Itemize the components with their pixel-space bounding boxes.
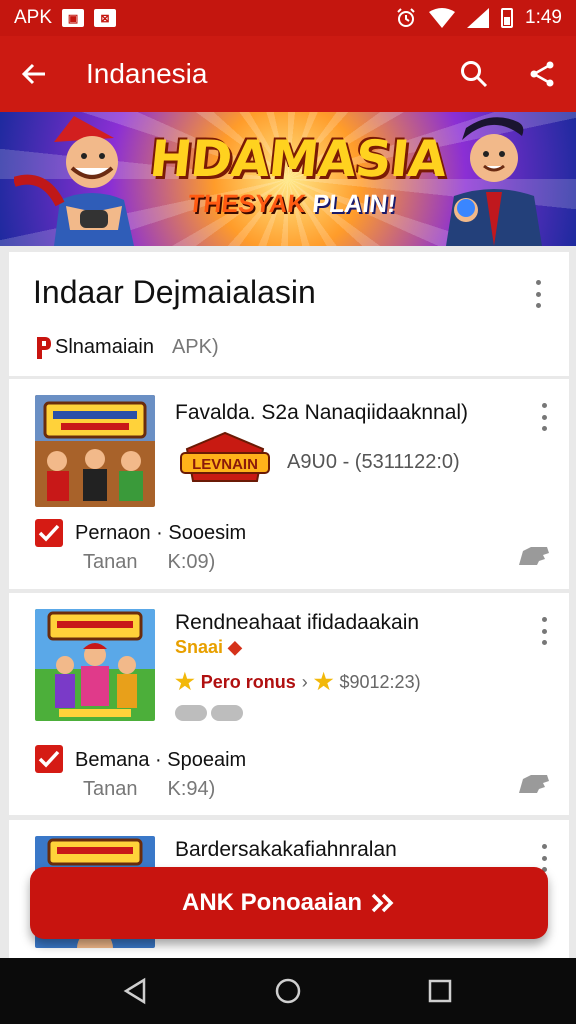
nav-back-icon[interactable] bbox=[122, 977, 150, 1005]
notification-icon: ▣ bbox=[62, 9, 85, 27]
nav-home-icon[interactable] bbox=[274, 977, 302, 1005]
hand-icon[interactable] bbox=[517, 545, 551, 567]
item-meta-value: K:94) bbox=[167, 778, 216, 800]
back-arrow-icon[interactable] bbox=[18, 58, 50, 90]
banner-character-left bbox=[14, 116, 134, 246]
item-meta-line: Pernaon · Sooesim bbox=[75, 522, 247, 544]
wifi-icon bbox=[429, 8, 456, 28]
item-more-options-icon[interactable] bbox=[539, 617, 549, 645]
signal-icon bbox=[467, 8, 490, 28]
item-stars-row: ★ Pero ronus › ★ $9012:23) bbox=[175, 669, 421, 695]
search-icon[interactable] bbox=[458, 58, 490, 90]
more-options-icon[interactable] bbox=[533, 280, 543, 308]
publisher-name[interactable]: Slnamaiain bbox=[55, 336, 154, 359]
app-title: Indaar Dejmaialasin bbox=[33, 274, 316, 310]
status-bar: APK ▣ ⊠ 1:49 bbox=[0, 0, 576, 36]
item-title[interactable]: Favalda. S2a Nanaqiidaaknnal) bbox=[175, 401, 468, 425]
alarm-icon bbox=[397, 8, 415, 27]
tag-pills bbox=[175, 705, 243, 721]
list-item[interactable]: Rendneahaat ifidadaakain Snaai ◆ ★ Pero … bbox=[9, 593, 569, 815]
promo-banner[interactable]: HDAMASIA THESYAK PLAIN! bbox=[0, 112, 576, 246]
publisher-row: Slnamaiain APK) bbox=[35, 336, 219, 359]
item-meta-value: K:09) bbox=[167, 551, 216, 573]
publisher-logo-icon bbox=[37, 336, 51, 359]
cta-label: ANK Ponoaaian bbox=[181, 889, 363, 916]
status-time: 1:49 bbox=[525, 7, 562, 28]
game-logo-text: LEVNAIN bbox=[192, 456, 258, 473]
item-stars-text: Pero ronus bbox=[200, 671, 296, 692]
notification-icon-2: ⊠ bbox=[94, 9, 117, 27]
tag-pill bbox=[211, 705, 243, 721]
game-thumbnail[interactable] bbox=[35, 395, 155, 507]
system-nav-bar bbox=[0, 958, 576, 1024]
banner-character-right bbox=[446, 117, 542, 246]
banner-subtitle-suffix: PLAIN! bbox=[310, 190, 398, 218]
list-item[interactable]: Favalda. S2a Nanaqiidaaknnal) LEVNAIN A9… bbox=[9, 379, 569, 589]
app-header-card: Indaar Dejmaialasin Slnamaiain APK) bbox=[9, 252, 569, 376]
item-title[interactable]: Rendneahaat ifidadaakain bbox=[175, 611, 419, 635]
chevron-right-icon: › bbox=[301, 671, 308, 692]
hand-icon[interactable] bbox=[517, 773, 551, 795]
item-small-badge: Snaai ◆ bbox=[175, 637, 242, 658]
star-icon: ★ bbox=[175, 669, 195, 694]
item-more-options-icon[interactable] bbox=[539, 403, 549, 431]
page-title: Indanesia bbox=[86, 58, 208, 89]
double-chevron-right-icon bbox=[371, 893, 394, 913]
item-rating-text: A9Ʋ0 - (5311122:0) bbox=[287, 451, 460, 473]
status-app-label: APK bbox=[14, 7, 53, 28]
banner-title: HDAMASIA bbox=[146, 130, 449, 188]
nav-recents-icon[interactable] bbox=[426, 977, 454, 1005]
tag-pill bbox=[175, 705, 207, 721]
banner-subtitle-prefix: THESYAK bbox=[186, 190, 307, 218]
checkbox-checked-icon[interactable] bbox=[35, 519, 63, 547]
battery-icon bbox=[501, 8, 514, 28]
item-small-badge-text: Snaai bbox=[175, 637, 224, 657]
item-meta-line: Bemana · Spoeaim bbox=[75, 749, 247, 771]
item-title[interactable]: Bardersakakafiahnralan bbox=[175, 838, 397, 862]
app-bar: Indanesia bbox=[0, 36, 576, 112]
apk-tag: APK) bbox=[171, 336, 219, 358]
game-logo-badge: LEVNAIN bbox=[180, 431, 270, 482]
item-meta-subline: Tanan K:09) bbox=[83, 551, 215, 574]
banner-subtitle: THESYAK PLAIN! bbox=[170, 190, 413, 219]
flame-icon: ◆ bbox=[228, 637, 242, 657]
item-meta-subline: Tanan K:94) bbox=[83, 778, 215, 801]
share-icon[interactable] bbox=[526, 58, 558, 90]
game-thumbnail[interactable] bbox=[35, 609, 155, 721]
item-stars-extra: $9012:23) bbox=[339, 671, 421, 692]
download-cta-button[interactable]: ANK Ponoaaian bbox=[30, 867, 548, 939]
checkbox-checked-icon[interactable] bbox=[35, 745, 63, 773]
star-icon-2: ★ bbox=[313, 669, 334, 694]
item-meta-label: Tanan bbox=[83, 778, 138, 800]
item-meta-label: Tanan bbox=[83, 551, 138, 573]
